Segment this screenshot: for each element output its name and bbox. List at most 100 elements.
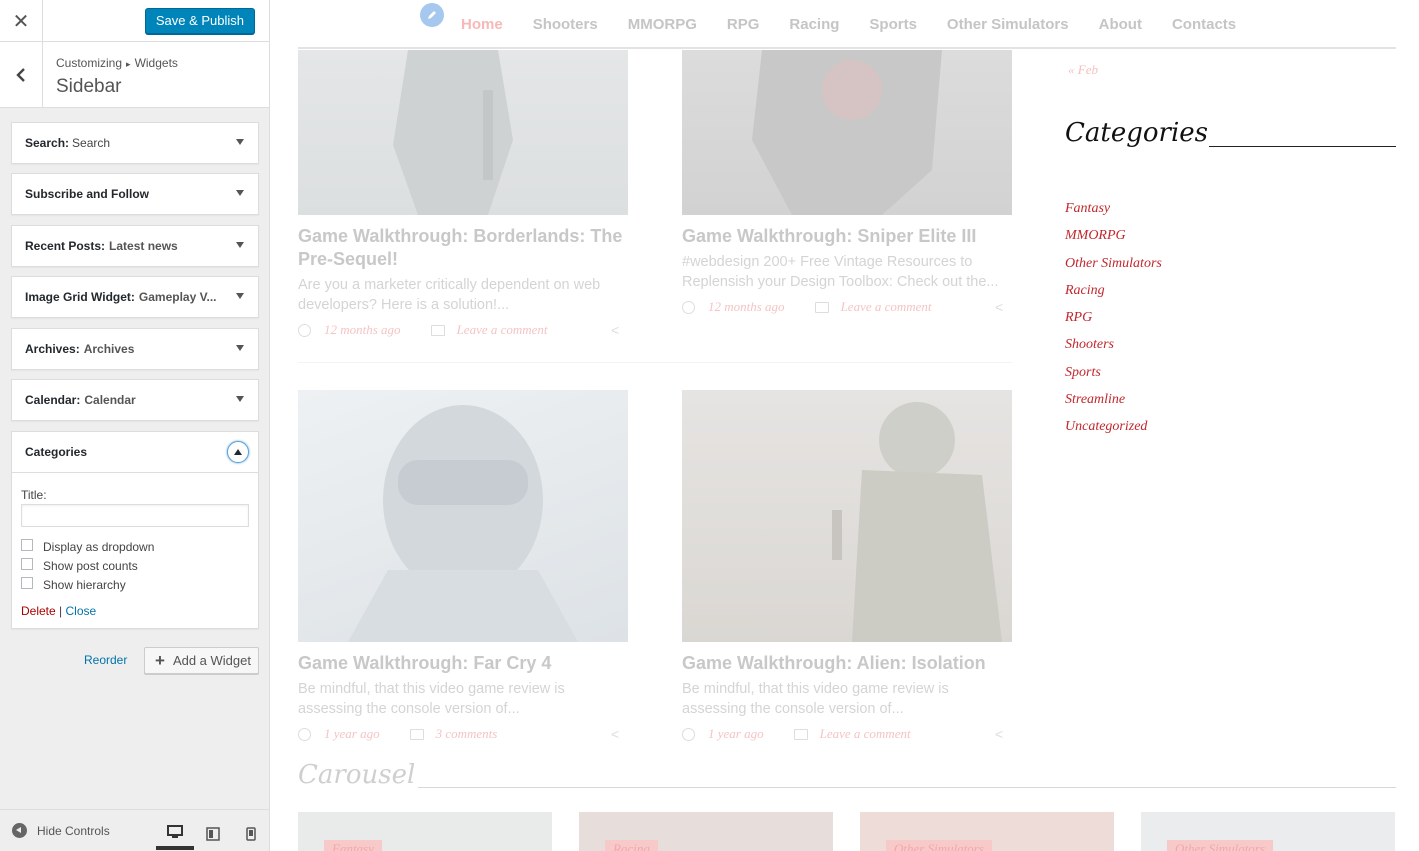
add-widget-label: Add a Widget (172, 653, 251, 668)
category-link[interactable]: Fantasy (1065, 201, 1162, 228)
post-comments[interactable]: Leave a comment (841, 299, 932, 315)
carousel-tag[interactable]: Other Simulators (1167, 840, 1273, 851)
post-date[interactable]: 12 months ago (708, 299, 785, 315)
category-link[interactable]: Uncategorized (1065, 419, 1162, 446)
post-excerpt: Be mindful, that this video game review … (682, 681, 949, 717)
widget-type: Image Grid Widget: (25, 290, 135, 304)
caret-down-icon[interactable] (236, 345, 244, 351)
nav-mmorpg[interactable]: MMORPG (628, 16, 697, 33)
share-icon[interactable]: < (611, 726, 619, 742)
close-icon: ✕ (12, 10, 30, 33)
categories-heading: Categories (1065, 118, 1208, 148)
widget-image-grid[interactable]: Image Grid Widget: Gameplay V... (11, 276, 259, 318)
post-comments[interactable]: Leave a comment (457, 322, 548, 338)
widget-subscribe-follow[interactable]: Subscribe and Follow (11, 173, 259, 215)
close-customizer-button[interactable]: ✕ (0, 0, 43, 42)
widget-categories-header[interactable]: Categories (12, 432, 258, 472)
widget-calendar[interactable]: Calendar: Calendar (11, 379, 259, 421)
nav-about[interactable]: About (1099, 16, 1142, 33)
carousel-tag[interactable]: Fantasy (324, 840, 382, 851)
option-display-dropdown[interactable]: Display as dropdown (21, 537, 249, 556)
panel-header: ✕ Save & Publish (0, 0, 269, 42)
nav-racing[interactable]: Racing (789, 16, 839, 33)
dropdown-checkbox[interactable] (21, 538, 33, 551)
post-thumbnail[interactable] (682, 50, 1012, 215)
widget-archives[interactable]: Archives: Archives (11, 328, 259, 370)
option-post-counts[interactable]: Show post counts (21, 556, 249, 575)
post-date[interactable]: 12 months ago (324, 322, 401, 338)
back-button[interactable] (0, 42, 43, 108)
desktop-preview-button[interactable] (156, 818, 194, 850)
widget-recent-posts[interactable]: Recent Posts: Latest news (11, 225, 259, 267)
chevron-left-icon (16, 68, 25, 82)
carousel-item[interactable]: Other Simulators (1141, 812, 1395, 851)
post-date[interactable]: 1 year ago (708, 726, 764, 742)
post-date[interactable]: 1 year ago (324, 726, 380, 742)
post-comments[interactable]: 3 comments (436, 726, 498, 742)
caret-down-icon[interactable] (236, 190, 244, 196)
calendar-prev-link[interactable]: « Feb (1068, 62, 1098, 78)
add-widget-button[interactable]: + Add a Widget (144, 647, 259, 674)
hide-controls-button[interactable]: Hide Controls (12, 823, 110, 838)
widget-categories: Categories Title: Display as dropdown Sh… (11, 431, 259, 629)
nav-contacts[interactable]: Contacts (1172, 16, 1236, 33)
post-title[interactable]: Game Walkthrough: Sniper Elite III (682, 225, 1012, 248)
widget-name: Search (72, 136, 111, 150)
desktop-icon (167, 825, 183, 838)
nav-sports[interactable]: Sports (869, 16, 917, 33)
nav-menu: Home Shooters MMORPG RPG Racing Sports O… (461, 16, 1266, 33)
customizer-panel: ✕ Save & Publish Customizing ▸ Widgets Sid… (0, 0, 270, 851)
widget-name: Gameplay V... (138, 290, 217, 304)
nav-divider (298, 47, 1396, 49)
save-publish-button[interactable]: Save & Publish (144, 8, 255, 34)
close-widget-link[interactable]: Close (66, 604, 97, 618)
site-preview: Home Shooters MMORPG RPG Racing Sports O… (271, 0, 1419, 851)
category-link[interactable]: Racing (1065, 283, 1162, 310)
caret-down-icon[interactable] (236, 242, 244, 248)
caret-down-icon[interactable] (236, 396, 244, 402)
post-title[interactable]: Game Walkthrough: Borderlands: The Pre-S… (298, 225, 628, 271)
reorder-link[interactable]: Reorder (84, 653, 127, 667)
title-input[interactable] (21, 504, 249, 527)
post-title[interactable]: Game Walkthrough: Far Cry 4 (298, 652, 628, 675)
nav-shooters[interactable]: Shooters (533, 16, 598, 33)
category-link[interactable]: Sports (1065, 365, 1162, 392)
widget-name: Calendar (84, 393, 136, 407)
delete-widget-link[interactable]: Delete (21, 604, 56, 618)
caret-down-icon[interactable] (236, 293, 244, 299)
nav-home[interactable]: Home (461, 16, 503, 33)
carousel-item[interactable]: Other Simulators (860, 812, 1114, 851)
carousel-heading: Carousel (298, 760, 416, 790)
category-link[interactable]: MMORPG (1065, 228, 1162, 255)
category-link[interactable]: Other Simulators (1065, 256, 1162, 283)
post-thumbnail[interactable] (298, 390, 628, 642)
post-title[interactable]: Game Walkthrough: Alien: Isolation (682, 652, 1012, 675)
hierarchy-checkbox[interactable] (21, 576, 33, 589)
post-thumbnail[interactable] (682, 390, 1012, 642)
category-link[interactable]: Streamline (1065, 392, 1162, 419)
carousel-item[interactable]: Fantasy (298, 812, 552, 851)
post-thumbnail[interactable] (298, 50, 628, 215)
caret-down-icon[interactable] (236, 139, 244, 145)
category-link[interactable]: RPG (1065, 310, 1162, 337)
edit-shortcut-button[interactable] (420, 3, 444, 27)
option-hierarchy[interactable]: Show hierarchy (21, 575, 249, 594)
mobile-preview-button[interactable] (232, 818, 270, 850)
nav-other-simulators[interactable]: Other Simulators (947, 16, 1069, 33)
carousel-item[interactable]: Racing (579, 812, 833, 851)
helmet-image (348, 405, 578, 642)
nav-rpg[interactable]: RPG (727, 16, 760, 33)
tablet-preview-button[interactable] (194, 818, 232, 850)
share-icon[interactable]: < (995, 726, 1003, 742)
post-counts-checkbox[interactable] (21, 557, 33, 570)
share-icon[interactable]: < (611, 322, 619, 338)
share-icon[interactable]: < (995, 299, 1003, 315)
main-navigation: Home Shooters MMORPG RPG Racing Sports O… (271, 0, 1419, 49)
action-separator: | (59, 604, 63, 618)
widget-search[interactable]: Search: Search (11, 122, 259, 164)
category-link[interactable]: Shooters (1065, 337, 1162, 364)
carousel-tag[interactable]: Racing (605, 840, 658, 851)
post-comments[interactable]: Leave a comment (820, 726, 911, 742)
collapse-widget-button[interactable] (227, 441, 249, 463)
carousel-tag[interactable]: Other Simulators (886, 840, 992, 851)
